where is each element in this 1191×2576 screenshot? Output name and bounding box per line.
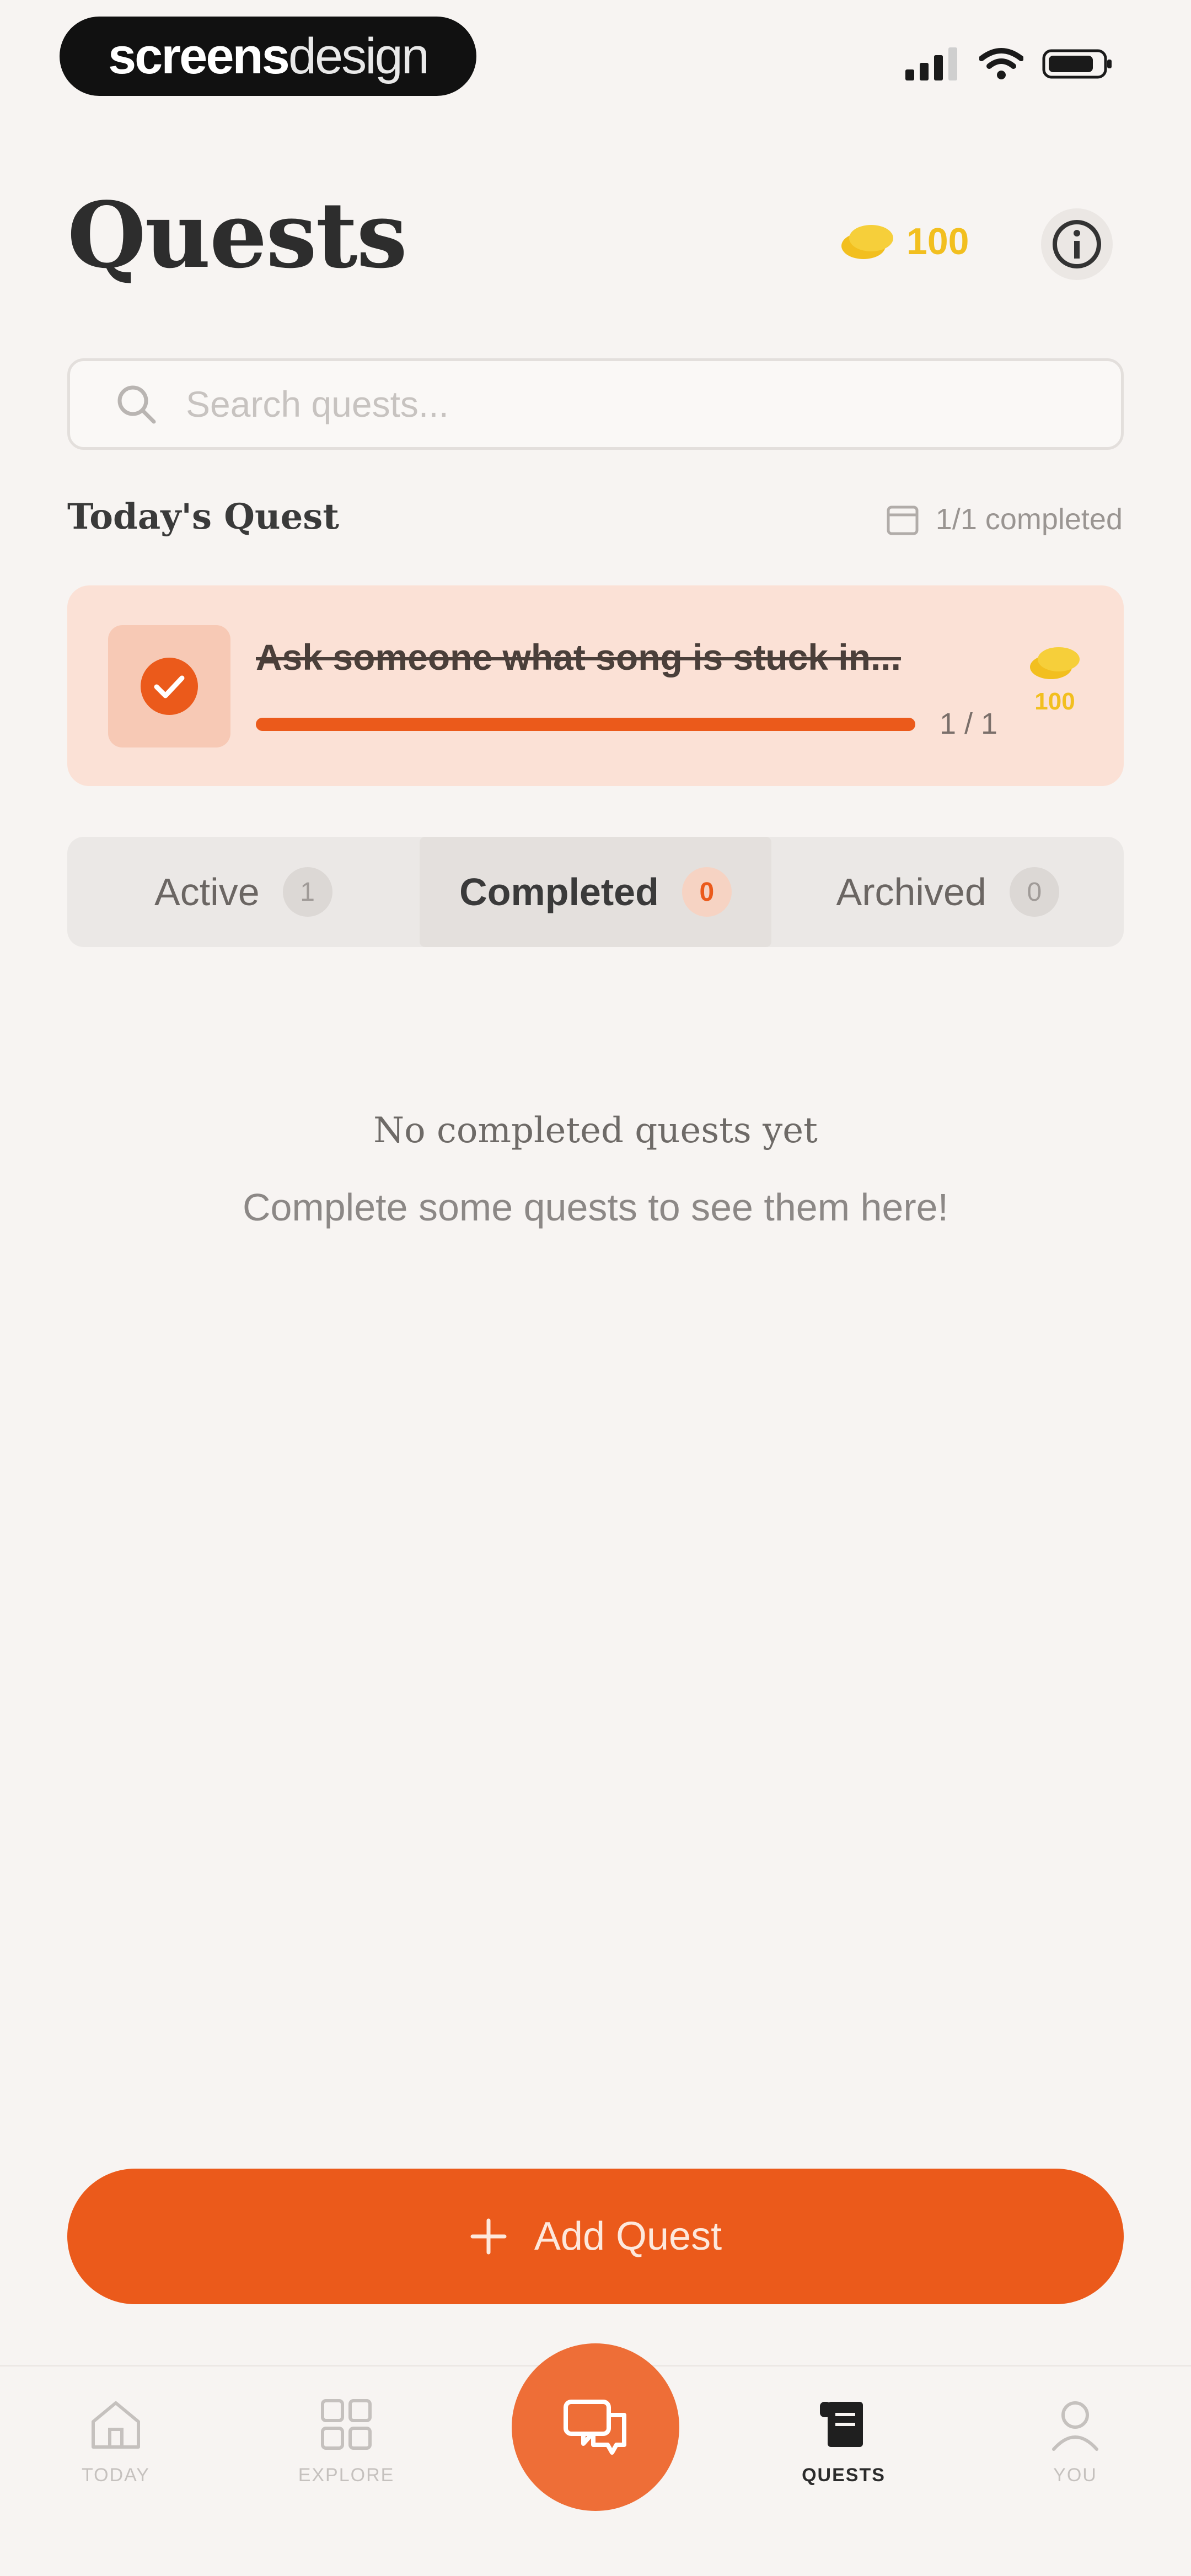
battery-icon [1042,49,1112,79]
search-bar[interactable] [67,358,1124,450]
chat-icon [564,2400,626,2455]
tab-active-label: Active [154,870,260,913]
tab-completed-label: Completed [459,870,659,913]
check-circle-icon [141,658,198,715]
coin-balance-value: 100 [906,221,969,262]
nav-you-label: YOU [1053,2465,1097,2486]
quest-status-box [108,625,230,747]
tab-archived[interactable]: Archived 0 [771,837,1124,947]
nav-explore[interactable]: EXPLORE [264,2394,429,2486]
add-quest-button[interactable]: Add Quest [67,2169,1124,2304]
quest-reward: 100 [1024,641,1085,716]
grid-icon [321,2399,372,2450]
quest-reward-value: 100 [1034,688,1075,715]
empty-state-title: No completed quests yet [373,1110,818,1151]
empty-state-subtitle: Complete some quests to see them here! [242,1186,949,1229]
status-icons [905,47,1114,80]
info-icon [1053,220,1101,268]
todays-quest-heading: Today's Quest [67,496,339,537]
plus-icon [470,2218,507,2255]
tab-completed-count: 0 [682,867,732,917]
tab-active-count: 1 [282,867,332,917]
signal-icon [905,47,957,80]
tab-archived-count: 0 [1009,867,1059,917]
nav-today[interactable]: TODAY [33,2394,198,2486]
completed-counter-text: 1/1 completed [935,503,1123,536]
quest-progress-bar [256,718,915,731]
completed-counter: 1/1 completed [885,502,1123,537]
quest-progress-label: 1 / 1 [940,707,998,740]
search-icon [117,385,156,424]
page-title: Quests [67,182,407,288]
chat-fab-button[interactable] [512,2343,679,2511]
coins-icon [1030,647,1080,679]
quest-scroll-icon [820,2402,863,2447]
calendar-icon [887,505,919,535]
nav-quests-label: QUESTS [802,2465,886,2486]
brand-logo-pill: screens design [60,17,476,96]
info-button[interactable] [1041,208,1113,280]
wifi-icon [979,48,1023,79]
quest-tabs: Active 1 Completed 0 Archived 0 [67,837,1124,947]
nav-explore-label: EXPLORE [298,2465,395,2486]
profile-icon [1052,2401,1098,2451]
coins-icon [841,225,893,259]
nav-quests[interactable]: QUESTS [761,2394,926,2486]
home-icon [92,2401,140,2449]
brand-light-text: design [288,28,430,84]
add-quest-label: Add Quest [534,2214,722,2258]
tab-archived-label: Archived [836,870,986,913]
quest-text: Ask someone what song is stuck in... [256,637,901,677]
coin-balance[interactable]: 100 [837,219,969,263]
quest-progress-fill [256,718,915,731]
tab-active[interactable]: Active 1 [67,837,420,947]
tab-completed[interactable]: Completed 0 [419,837,772,947]
bottom-nav: TODAY EXPLORE QUESTS YOU [0,2343,1191,2576]
brand-bold-text: screens [108,28,290,84]
nav-you[interactable]: YOU [993,2394,1158,2486]
todays-quest-card[interactable]: Ask someone what song is stuck in... 1 /… [67,585,1124,786]
search-input[interactable] [185,383,1014,426]
nav-today-label: TODAY [82,2465,150,2486]
